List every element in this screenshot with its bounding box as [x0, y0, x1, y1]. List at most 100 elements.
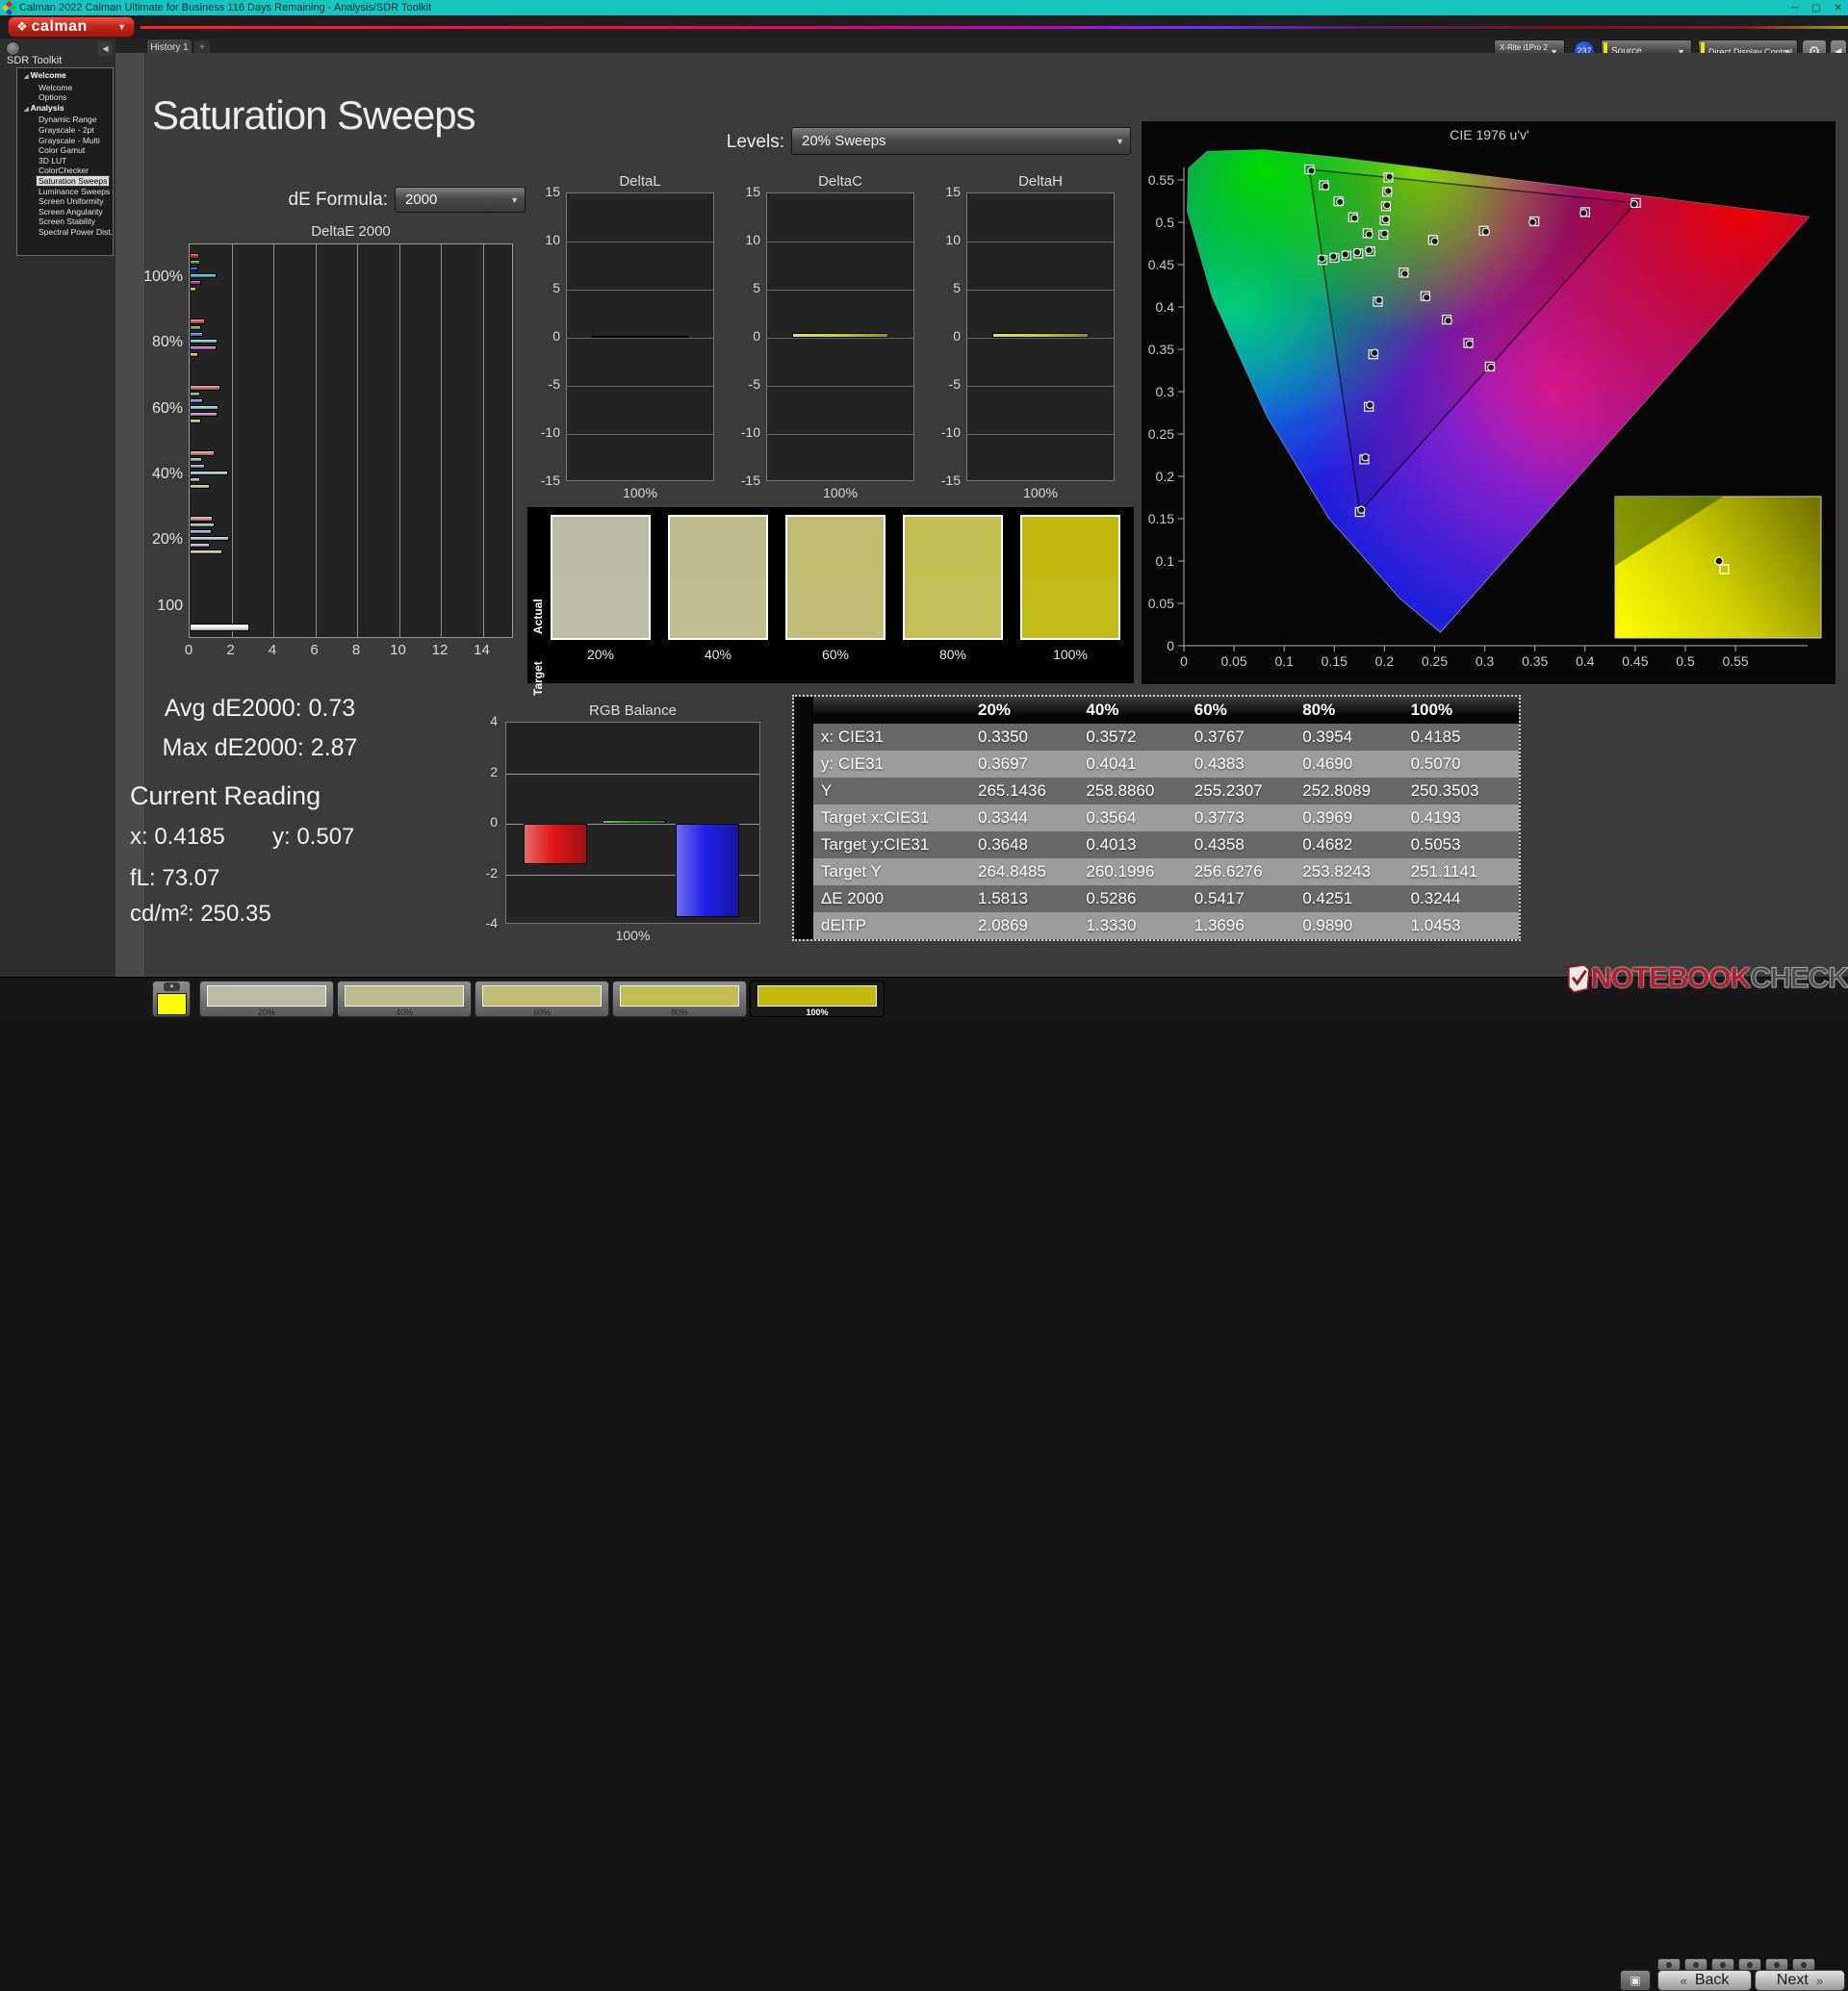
y-tick-label: 0.35	[1148, 342, 1174, 357]
sidebar-item-grayscale-multi[interactable]: Grayscale - Multi	[17, 136, 113, 146]
tree-group-label: Analysis	[31, 103, 64, 113]
x-tick-label: 8	[345, 642, 368, 658]
dot-icon	[1774, 1962, 1780, 1968]
table-cell: 0.3767	[1194, 727, 1302, 747]
next-button[interactable]: Next »	[1755, 1970, 1845, 1991]
y-tick-label: 15	[932, 184, 961, 199]
y-tick-label: -10	[732, 424, 760, 440]
dot-icon	[1666, 1962, 1672, 1968]
swatch-label: 100%	[1020, 647, 1120, 662]
maximize-icon[interactable]: ▢	[1811, 3, 1820, 13]
measured-point-blue	[1372, 349, 1378, 356]
patch-tile-100%[interactable]: 100%	[750, 981, 885, 1017]
patch-tile-swatch	[345, 985, 464, 1007]
sidebar-item-colorchecker[interactable]: ColorChecker	[17, 166, 113, 176]
gridline	[767, 386, 913, 387]
table-cell: 0.9890	[1302, 916, 1410, 935]
back-button[interactable]: « Back	[1657, 1970, 1752, 1991]
minimize-icon[interactable]: ─	[1791, 3, 1798, 13]
calman-menu-button[interactable]: ❖ calman ▼	[8, 16, 135, 38]
sidebar-item-spectral-power-dist-[interactable]: Spectral Power Dist.	[17, 227, 113, 238]
sidebar-item-color-gamut[interactable]: Color Gamut	[17, 145, 113, 156]
tree-group-welcome[interactable]: ◢Welcome	[17, 70, 113, 83]
measured-point-yellow	[1385, 188, 1392, 194]
sidebar-collapse-button[interactable]: ◀	[98, 41, 113, 56]
table-cell: 255.2307	[1194, 781, 1302, 801]
dot-icon	[1801, 1962, 1807, 1968]
close-icon[interactable]: ✕	[1835, 3, 1842, 13]
de-formula-value: 2000	[405, 191, 437, 208]
patch-tile-label: 40%	[338, 1008, 471, 1017]
tree-expand-icon: ◢	[24, 74, 29, 80]
x-tick-label: 0.15	[1322, 653, 1348, 669]
patch-tile-label: 100%	[751, 1008, 884, 1017]
sidebar-item-dynamic-range[interactable]: Dynamic Range	[17, 115, 113, 125]
x-tick-label: 0	[177, 642, 200, 658]
swatch-label: 60%	[785, 647, 886, 662]
next-icon: »	[1816, 1974, 1823, 1988]
measured-point-red	[1580, 210, 1587, 217]
delta_c-x-label: 100%	[766, 485, 914, 500]
y-tick-label: -10	[531, 424, 560, 440]
current-patch-tile[interactable]: ▲	[152, 981, 191, 1017]
y-tick-label: 0	[732, 328, 760, 344]
workflow-tree: ◢WelcomeWelcomeOptions◢AnalysisDynamic R…	[16, 67, 114, 256]
sidebar-item-options[interactable]: Options	[17, 92, 113, 103]
delta-e-bar-magenta	[190, 412, 218, 418]
sidebar-item-welcome[interactable]: Welcome	[17, 83, 113, 93]
patch-tile-80%[interactable]: 80%	[612, 981, 747, 1017]
sidebar-item-saturation-sweeps[interactable]: Saturation Sweeps	[17, 176, 113, 187]
gridline	[967, 386, 1114, 387]
tree-group-analysis[interactable]: ◢Analysis	[17, 103, 113, 115]
x-tick-label: 12	[428, 642, 451, 658]
delta-e-group-label: 60%	[152, 400, 183, 418]
dot-icon	[1747, 1962, 1753, 1968]
levels-dropdown[interactable]: 20% Sweeps ▼	[791, 127, 1131, 155]
gridline	[399, 244, 400, 637]
row-marker-cell	[794, 885, 813, 912]
sidebar-item-3d-lut[interactable]: 3D LUT	[17, 156, 113, 166]
table-cell: 252.8089	[1302, 781, 1410, 801]
tree-group-label: Welcome	[31, 70, 66, 80]
delta_l-x-label: 100%	[566, 485, 714, 500]
table-header-row: 20%40%60%80%100%	[794, 697, 1519, 724]
table-cell: 0.3773	[1194, 808, 1302, 828]
workflow-home-button[interactable]	[6, 41, 20, 56]
delta-e-bar-yellow	[190, 484, 210, 490]
y-tick-label: 0.25	[1148, 426, 1174, 442]
x-tick-label: 14	[471, 642, 494, 658]
stop-button[interactable]: ▣	[1620, 1970, 1651, 1991]
sidebar-item-grayscale-2pt[interactable]: Grayscale - 2pt	[17, 125, 113, 136]
table-cell: 0.3350	[978, 727, 1086, 747]
table-cell: 0.5070	[1411, 754, 1519, 774]
gridline	[767, 338, 913, 339]
patch-tile-60%[interactable]: 60%	[475, 981, 609, 1017]
gridline	[441, 244, 442, 637]
chevron-up-icon[interactable]: ▲	[164, 983, 180, 991]
delta-e-group-label: 100	[157, 598, 183, 615]
x-tick-label: 0.05	[1220, 653, 1246, 669]
sidebar-item-screen-stability[interactable]: Screen Stability	[17, 217, 113, 227]
sidebar-item-screen-uniformity[interactable]: Screen Uniformity	[17, 196, 113, 207]
current-patch-swatch	[157, 993, 187, 1015]
sidebar-item-screen-angularity[interactable]: Screen Angularity	[17, 207, 113, 217]
gridline	[567, 434, 713, 435]
row-label: Target y:CIE31	[813, 835, 978, 855]
table-cell: 0.4682	[1302, 835, 1410, 855]
delta-e-bar-blue	[190, 529, 212, 535]
y-tick-label: -15	[932, 472, 961, 488]
patch-tile-20%[interactable]: 20%	[199, 981, 334, 1017]
gridline	[767, 290, 913, 291]
delta-e-bar-red	[190, 516, 213, 522]
patch-tile-40%[interactable]: 40%	[337, 981, 472, 1017]
table-row: ΔE 20001.58130.52860.54170.42510.3244	[794, 885, 1519, 912]
delta-e-y-axis: 100%80%60%40%20%100	[133, 243, 185, 638]
table-cell: 260.1996	[1086, 862, 1194, 881]
rgb-bar-red	[524, 824, 587, 864]
stop-icon: ▣	[1630, 1974, 1640, 1987]
de-formula-dropdown[interactable]: 2000 ▼	[395, 187, 526, 213]
sidebar-item-label: Screen Stability	[37, 217, 97, 226]
patch-tile-swatch	[620, 985, 739, 1007]
y-tick-label: 0.05	[1148, 596, 1174, 611]
sidebar-item-luminance-sweeps[interactable]: Luminance Sweeps	[17, 187, 113, 197]
